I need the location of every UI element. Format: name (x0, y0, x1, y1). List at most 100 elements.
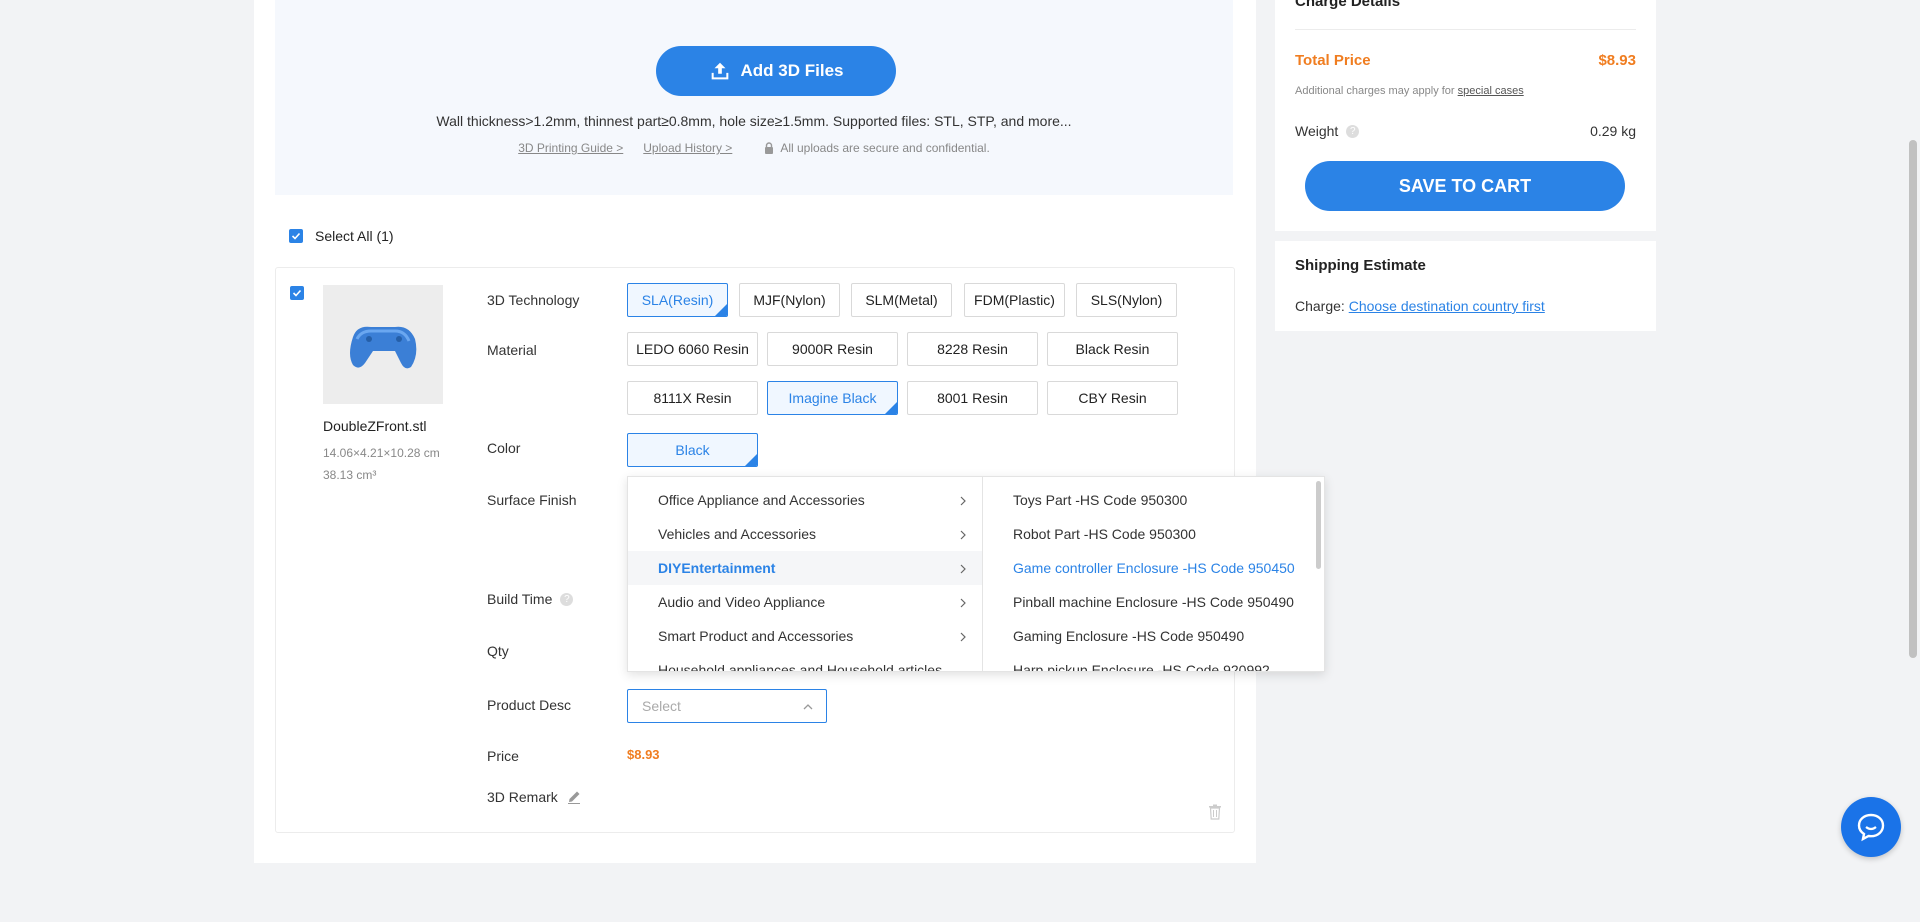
check-icon (292, 289, 302, 297)
help-icon[interactable]: ? (1346, 124, 1360, 138)
shipping-estimate-title: Shipping Estimate (1295, 257, 1426, 274)
subitem-gaming-enclosure[interactable]: Gaming Enclosure -HS Code 950490 (983, 619, 1324, 653)
divider (1295, 29, 1636, 30)
category-vehicles[interactable]: Vehicles and Accessories (628, 517, 982, 551)
product-desc-select[interactable]: Select (627, 689, 827, 723)
technology-label: 3D Technology (487, 292, 580, 308)
pencil-icon[interactable] (566, 789, 582, 805)
remark-text: 3D Remark (487, 789, 558, 805)
additional-charges-note: Additional charges may apply for special… (1295, 85, 1524, 97)
subitem-column: Toys Part -HS Code 950300 Robot Part -HS… (983, 477, 1324, 671)
select-all-checkbox[interactable] (289, 229, 303, 243)
shipping-charge-label: Charge: (1295, 298, 1345, 314)
shipping-estimate-card: Shipping Estimate Charge: Choose destina… (1275, 241, 1656, 331)
file-volume: 38.13 cm³ (323, 468, 377, 482)
printing-guide-link[interactable]: 3D Printing Guide > (518, 141, 623, 155)
subitem-robot-part[interactable]: Robot Part -HS Code 950300 (983, 517, 1324, 551)
trash-icon[interactable] (1208, 804, 1222, 820)
file-dimensions: 14.06×4.21×10.28 cm (323, 446, 440, 460)
cascader-scrollbar[interactable] (1316, 481, 1321, 569)
material-option-8111x[interactable]: 8111X Resin (627, 381, 758, 415)
additional-charges-text: Additional charges may apply for (1295, 85, 1455, 97)
category-audio-video[interactable]: Audio and Video Appliance (628, 585, 982, 619)
category-household[interactable]: Household appliances and Household artic… (628, 653, 982, 671)
subitem-game-controller-enclosure[interactable]: Game controller Enclosure -HS Code 95045… (983, 551, 1324, 585)
charge-details-card: Charge Details Total Price $8.93 Additio… (1275, 0, 1656, 231)
save-to-cart-button[interactable]: SAVE TO CART (1305, 161, 1625, 211)
category-label: Office Appliance and Accessories (658, 492, 865, 508)
upload-icon (711, 62, 728, 80)
help-icon[interactable]: ? (560, 592, 574, 606)
check-icon (291, 232, 301, 240)
qty-label: Qty (487, 643, 509, 659)
charge-details-title: Charge Details (1295, 0, 1401, 10)
chevron-right-icon (958, 494, 968, 510)
category-office[interactable]: Office Appliance and Accessories (628, 483, 982, 517)
category-label: Household appliances and Household artic… (658, 662, 943, 671)
main-panel: Add 3D Files Wall thickness>1.2mm, thinn… (254, 0, 1256, 863)
category-label: Smart Product and Accessories (658, 628, 854, 644)
item-price: $8.93 (627, 747, 660, 762)
secure-text: All uploads are secure and confidential. (780, 141, 990, 155)
file-name: DoubleZFront.stl (323, 418, 427, 434)
build-time-text: Build Time (487, 591, 553, 607)
secure-note: All uploads are secure and confidential. (764, 141, 990, 155)
chevron-right-icon (958, 596, 968, 612)
material-option-black[interactable]: Black Resin (1047, 332, 1178, 366)
model-thumbnail[interactable] (323, 285, 443, 404)
category-label: DIYEntertainment (658, 560, 776, 576)
material-option-imagine-black[interactable]: Imagine Black (767, 381, 898, 415)
upload-zone[interactable]: Add 3D Files Wall thickness>1.2mm, thinn… (275, 0, 1233, 195)
tech-option-sla[interactable]: SLA(Resin) (627, 283, 728, 317)
surface-finish-label: Surface Finish (487, 492, 577, 508)
item-checkbox[interactable] (290, 286, 304, 300)
material-option-8001[interactable]: 8001 Resin (907, 381, 1038, 415)
material-option-ledo-6060[interactable]: LEDO 6060 Resin (627, 332, 758, 366)
remark-label: 3D Remark (487, 789, 582, 805)
chat-support-button[interactable] (1841, 797, 1901, 857)
tech-option-slm[interactable]: SLM(Metal) (851, 283, 952, 317)
price-label: Price (487, 748, 519, 764)
page-scrollbar[interactable] (1909, 140, 1917, 658)
weight-text: Weight (1295, 123, 1339, 139)
build-time-label: Build Time ? (487, 591, 574, 607)
lock-icon (764, 142, 774, 154)
category-label: Audio and Video Appliance (658, 594, 826, 610)
shipping-charge: Charge: Choose destination country first (1295, 298, 1545, 314)
category-diy-entertainment[interactable]: DIYEntertainment (628, 551, 982, 585)
chevron-right-icon (958, 630, 968, 646)
material-label: Material (487, 342, 537, 358)
chevron-up-icon (802, 700, 814, 716)
tech-option-fdm[interactable]: FDM(Plastic) (964, 283, 1065, 317)
product-desc-cascader: Office Appliance and Accessories Vehicle… (627, 476, 1325, 672)
weight-label: Weight ? (1295, 123, 1360, 139)
total-price-label: Total Price (1295, 52, 1371, 69)
weight-value: 0.29 kg (1590, 123, 1636, 139)
material-option-cby[interactable]: CBY Resin (1047, 381, 1178, 415)
add-3d-files-label: Add 3D Files (740, 61, 844, 80)
upload-links: 3D Printing Guide > Upload History > All… (275, 141, 1233, 155)
special-cases-link[interactable]: special cases (1458, 85, 1524, 97)
material-option-9000r[interactable]: 9000R Resin (767, 332, 898, 366)
upload-history-link[interactable]: Upload History > (643, 141, 732, 155)
color-label: Color (487, 440, 521, 456)
select-all[interactable]: Select All (1) (289, 228, 394, 244)
category-smart-product[interactable]: Smart Product and Accessories (628, 619, 982, 653)
product-desc-label: Product Desc (487, 697, 572, 713)
game-controller-model-icon (350, 326, 417, 368)
select-all-label: Select All (1) (315, 228, 394, 244)
chevron-right-icon (958, 528, 968, 544)
subitem-pinball-enclosure[interactable]: Pinball machine Enclosure -HS Code 95049… (983, 585, 1324, 619)
chat-icon (1857, 813, 1885, 842)
subitem-harp-pickup-enclosure[interactable]: Harp pickup Enclosure -HS Code 920992 (983, 653, 1324, 671)
choose-country-link[interactable]: Choose destination country first (1349, 298, 1545, 314)
category-column: Office Appliance and Accessories Vehicle… (628, 477, 983, 671)
subitem-toys-part[interactable]: Toys Part -HS Code 950300 (983, 483, 1324, 517)
material-option-8228[interactable]: 8228 Resin (907, 332, 1038, 366)
tech-option-mjf[interactable]: MJF(Nylon) (739, 283, 840, 317)
category-label: Vehicles and Accessories (658, 526, 816, 542)
tech-option-sls[interactable]: SLS(Nylon) (1076, 283, 1177, 317)
color-option-black[interactable]: Black (627, 433, 758, 467)
add-3d-files-button[interactable]: Add 3D Files (656, 46, 896, 96)
chevron-right-icon (958, 562, 968, 578)
